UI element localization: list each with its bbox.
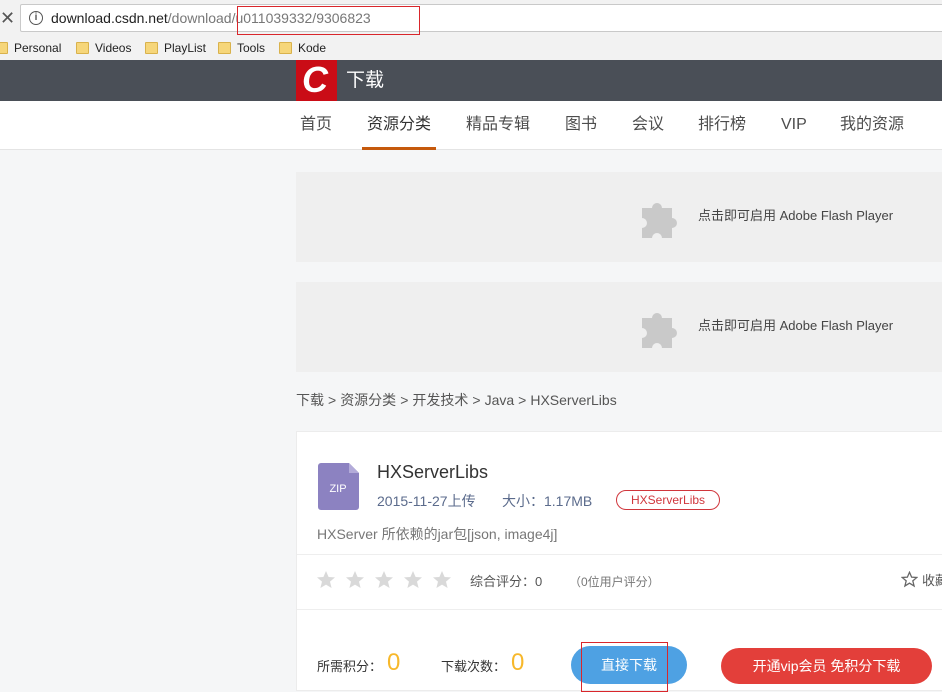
breadcrumb-separator: > (518, 392, 527, 408)
bookmarks-bar: Personal Videos PlayList Tools Kode (0, 36, 942, 60)
flash-prompt: 点击即可启用 Adobe Flash Player (698, 318, 894, 333)
nav-item-meetings[interactable]: 会议 (632, 115, 664, 135)
close-icon[interactable]: ✕ (0, 8, 15, 28)
breadcrumb-item-dev-tech[interactable]: 开发技术 (412, 392, 468, 408)
file-type-label: ZIP (329, 483, 346, 495)
star-icon[interactable] (345, 570, 365, 590)
info-icon[interactable]: i (29, 11, 43, 25)
nav-item-rankings[interactable]: 排行榜 (698, 115, 746, 135)
breadcrumb-separator: > (400, 392, 409, 408)
browser-toolbar: ✕ i download.csdn.net/download/u01103933… (0, 0, 942, 36)
divider (297, 609, 942, 610)
breadcrumb: 下载 > 资源分类 > 开发技术 > Java > HXServerLibs (296, 392, 617, 409)
folder-icon (279, 42, 292, 54)
download-annotation-box (581, 642, 668, 692)
flash-placeholder-1[interactable]: 点击即可启用 Adobe Flash Player (296, 172, 942, 262)
flash-prompt: 点击即可启用 Adobe Flash Player (698, 208, 894, 223)
url-annotation-box (237, 6, 420, 35)
resource-tag[interactable]: HXServerLibs (616, 490, 721, 510)
download-count-label: 下载次数： (441, 659, 507, 674)
csdn-logo[interactable]: C (296, 60, 337, 101)
star-outline-icon (901, 571, 918, 588)
nav-item-home[interactable]: 首页 (300, 115, 332, 135)
nav-item-vip[interactable]: VIP (781, 115, 807, 135)
favorite-button[interactable]: 收藏 (901, 571, 942, 590)
breadcrumb-item-download[interactable]: 下载 (296, 392, 324, 408)
main-nav: 首页 资源分类 精品专辑 图书 会议 排行榜 VIP 我的资源 (0, 101, 942, 150)
folder-icon (0, 42, 8, 54)
download-count-value: 0 (511, 649, 525, 676)
site-title[interactable]: 下载 (346, 70, 384, 92)
bookmark-kode[interactable]: Kode (279, 39, 326, 57)
breadcrumb-separator: > (328, 392, 337, 408)
star-icon[interactable] (316, 570, 336, 590)
bookmark-tools[interactable]: Tools (218, 39, 265, 57)
nav-item-books[interactable]: 图书 (565, 115, 597, 135)
resource-description: HXServer 所依赖的jar包[json, image4j] (317, 526, 558, 542)
breadcrumb-item-categories[interactable]: 资源分类 (340, 392, 396, 408)
nav-item-albums[interactable]: 精品专辑 (466, 115, 530, 135)
plugin-icon (642, 203, 677, 238)
plugin-icon (642, 313, 677, 348)
bookmark-playlist[interactable]: PlayList (145, 39, 206, 57)
required-points-label: 所需积分： (317, 659, 383, 674)
nav-item-categories[interactable]: 资源分类 (367, 115, 431, 135)
folder-icon (218, 42, 231, 54)
required-points-value: 0 (387, 649, 401, 676)
folder-icon (145, 42, 158, 54)
logo-letter: C (302, 59, 328, 100)
bookmark-videos[interactable]: Videos (76, 39, 131, 57)
active-tab-underline (362, 147, 436, 150)
overall-rating: 综合评分：0 (470, 574, 543, 589)
resource-card: ZIP HXServerLibs 2015-11-27上传 大小：1.17MB … (296, 431, 942, 692)
star-icon[interactable] (432, 570, 452, 590)
divider (297, 554, 942, 555)
file-size: 大小：1.17MB (502, 493, 593, 509)
folder-icon (76, 42, 89, 54)
nav-item-my-resources[interactable]: 我的资源 (840, 115, 904, 135)
vip-download-button[interactable]: 开通vip会员 免积分下载 (721, 648, 932, 684)
site-header: C 下载 (0, 60, 942, 101)
star-icon[interactable] (374, 570, 394, 590)
breadcrumb-item-current: HXServerLibs (530, 392, 617, 408)
address-bar[interactable]: i download.csdn.net/download/u011039332/… (20, 4, 942, 32)
flash-placeholder-2[interactable]: 点击即可启用 Adobe Flash Player (296, 282, 942, 372)
rating-stars[interactable] (316, 570, 461, 590)
rating-count: （0位用户评分） (569, 575, 660, 589)
upload-date: 2015-11-27上传 (377, 493, 476, 509)
resource-title: HXServerLibs (377, 462, 489, 482)
star-icon[interactable] (403, 570, 423, 590)
breadcrumb-item-java[interactable]: Java (485, 392, 515, 408)
bookmark-personal[interactable]: Personal (0, 39, 61, 57)
breadcrumb-separator: > (472, 392, 481, 408)
zip-file-icon: ZIP (318, 463, 359, 510)
